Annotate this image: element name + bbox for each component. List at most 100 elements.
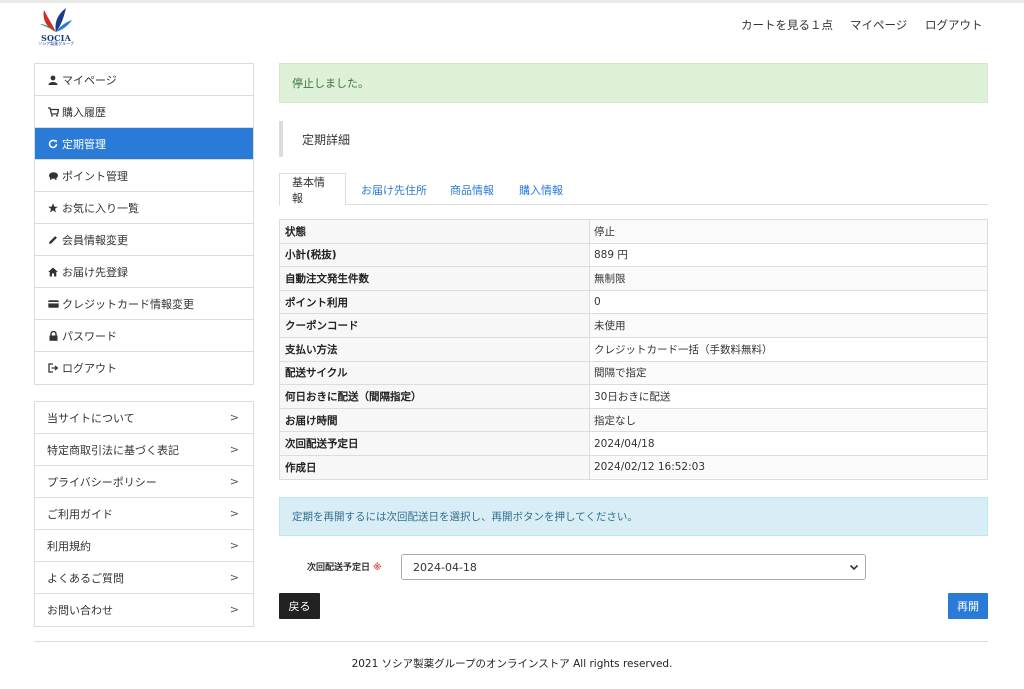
footer-divider (34, 641, 988, 642)
next-delivery-form: 次回配送予定日 ※ 2024-04-18 (279, 554, 988, 580)
user-icon (47, 75, 59, 85)
required-mark: ※ (373, 563, 382, 573)
row-value: 指定なし (589, 407, 988, 433)
cart-link[interactable]: カートを見る１点 (741, 17, 833, 33)
table-row: 支払い方法 クレジットカード一括（手数料無料） (279, 336, 988, 362)
row-value: 未使用 (589, 313, 988, 338)
refresh-icon (47, 139, 59, 149)
sidebar-link-about[interactable]: 当サイトについて > (35, 402, 253, 434)
resume-button[interactable]: 再開 (948, 593, 988, 619)
sidebar-link-faq[interactable]: よくあるご質問 > (35, 562, 253, 594)
row-value: 無制限 (589, 266, 988, 291)
sidebar-link-label: 当サイトについて (47, 411, 135, 425)
row-key: 自動注文発生件数 (279, 266, 590, 291)
table-row: 次回配送予定日 2024/04/18 (279, 431, 988, 456)
row-key: 作成日 (279, 454, 590, 480)
pencil-icon (47, 235, 59, 245)
row-value: 停止 (589, 219, 988, 244)
logo-subtext: ソシア製薬グループ (38, 41, 74, 46)
next-delivery-label-text: 次回配送予定日 (307, 563, 371, 573)
row-key: 次回配送予定日 (279, 431, 590, 456)
sidebar-item-label: クレジットカード情報変更 (62, 297, 194, 311)
row-value: 間隔で指定 (589, 360, 988, 386)
info-links: 当サイトについて > 特定商取引法に基づく表記 > プライバシーポリシー > ご… (34, 401, 254, 627)
row-key: 配送サイクル (279, 360, 590, 386)
table-row: 何日おきに配送（間隔指定） 30日おきに配送 (279, 384, 988, 409)
table-row: 自動注文発生件数 無制限 (279, 266, 988, 291)
tab-basic-info[interactable]: 基本情報 (279, 173, 346, 206)
sidebar-link-privacy[interactable]: プライバシーポリシー > (35, 466, 253, 498)
sidebar-item-label: お届け先登録 (62, 265, 128, 279)
row-key: ポイント利用 (279, 289, 590, 315)
sidebar-item-subscription[interactable]: 定期管理 (35, 128, 253, 160)
next-delivery-date-select[interactable]: 2024-04-18 (401, 554, 866, 580)
mypage-link[interactable]: マイページ (850, 17, 907, 33)
success-alert: 停止しました。 (279, 63, 988, 103)
sidebar-link-label: プライバシーポリシー (47, 475, 157, 489)
row-value: クレジットカード一括（手数料無料） (589, 336, 988, 362)
logo-mark-icon (40, 8, 72, 32)
cart-icon (47, 106, 59, 117)
credit-card-icon (47, 299, 59, 308)
sidebar-item-logout[interactable]: ログアウト (35, 352, 253, 384)
chevron-down-icon (848, 561, 860, 573)
page-title: 定期詳細 (279, 121, 988, 157)
chevron-right-icon: > (229, 475, 239, 488)
tab-delivery-address[interactable]: お届け先住所 (361, 173, 427, 206)
star-icon (47, 202, 59, 213)
logout-link[interactable]: ログアウト (925, 17, 983, 33)
sidebar-link-label: ご利用ガイド (47, 507, 113, 521)
sidebar-item-label: ポイント管理 (62, 169, 128, 183)
sidebar-item-points[interactable]: ポイント管理 (35, 160, 253, 192)
detail-tabs: 基本情報 お届け先住所 商品情報 購入情報 (279, 173, 988, 206)
row-key: 支払い方法 (279, 336, 590, 362)
sidebar-item-label: 会員情報変更 (62, 233, 128, 247)
sidebar-item-label: パスワード (62, 329, 117, 343)
table-row: 小計(税抜) 889 円 (279, 242, 988, 268)
info-alert: 定期を再開するには次回配送日を選択し、再開ボタンを押してください。 (279, 496, 988, 536)
tab-purchase-info[interactable]: 購入情報 (519, 173, 563, 206)
row-key: 何日おきに配送（間隔指定） (279, 384, 590, 409)
sidebar-item-mypage[interactable]: マイページ (35, 64, 253, 96)
row-key: 小計(税抜) (279, 242, 590, 268)
back-button[interactable]: 戻る (279, 593, 320, 619)
site-header: SOCIA ソシア製薬グループ カートを見る１点 マイページ ログアウト (0, 3, 1024, 47)
main-content: 停止しました。 定期詳細 基本情報 お届け先住所 商品情報 購入情報 状態 停止 … (279, 63, 988, 619)
sidebar-item-credit-card[interactable]: クレジットカード情報変更 (35, 288, 253, 320)
sidebar-item-label: マイページ (62, 73, 117, 87)
site-logo[interactable]: SOCIA ソシア製薬グループ (34, 6, 78, 46)
logout-icon (47, 363, 59, 373)
sidebar: マイページ 購入履歴 定期管理 ポイント管理 お気に入り一覧 会員情報変更 お届… (34, 63, 254, 627)
chevron-right-icon: > (229, 603, 239, 616)
sidebar-item-purchase-history[interactable]: 購入履歴 (35, 96, 253, 128)
sidebar-link-tokushoho[interactable]: 特定商取引法に基づく表記 > (35, 434, 253, 466)
home-icon (47, 267, 59, 277)
sidebar-link-label: よくあるご質問 (47, 571, 124, 585)
chevron-right-icon: > (229, 539, 239, 552)
row-key: クーポンコード (279, 313, 590, 338)
row-value: 2024/04/18 (589, 431, 988, 456)
account-menu: マイページ 購入履歴 定期管理 ポイント管理 お気に入り一覧 会員情報変更 お届… (34, 63, 254, 385)
table-row: 状態 停止 (279, 219, 988, 244)
row-value: 889 円 (589, 242, 988, 268)
sidebar-item-password[interactable]: パスワード (35, 320, 253, 352)
table-row: お届け時間 指定なし (279, 407, 988, 433)
sidebar-item-member-info[interactable]: 会員情報変更 (35, 224, 253, 256)
sidebar-link-label: 特定商取引法に基づく表記 (47, 443, 179, 457)
tab-product-info[interactable]: 商品情報 (450, 173, 494, 206)
lock-icon (47, 330, 59, 341)
sidebar-item-delivery-address[interactable]: お届け先登録 (35, 256, 253, 288)
sidebar-item-favorites[interactable]: お気に入り一覧 (35, 192, 253, 224)
sidebar-link-terms[interactable]: 利用規約 > (35, 530, 253, 562)
sidebar-item-label: 定期管理 (62, 137, 106, 151)
sidebar-item-label: お気に入り一覧 (62, 201, 139, 215)
row-key: 状態 (279, 219, 590, 244)
row-value: 30日おきに配送 (589, 384, 988, 409)
sidebar-link-guide[interactable]: ご利用ガイド > (35, 498, 253, 530)
sidebar-item-label: ログアウト (62, 362, 117, 375)
chevron-right-icon: > (229, 411, 239, 424)
chevron-right-icon: > (229, 571, 239, 584)
row-key: お届け時間 (279, 407, 590, 433)
sidebar-link-contact[interactable]: お問い合わせ > (35, 594, 253, 626)
sidebar-link-label: 利用規約 (47, 539, 91, 553)
